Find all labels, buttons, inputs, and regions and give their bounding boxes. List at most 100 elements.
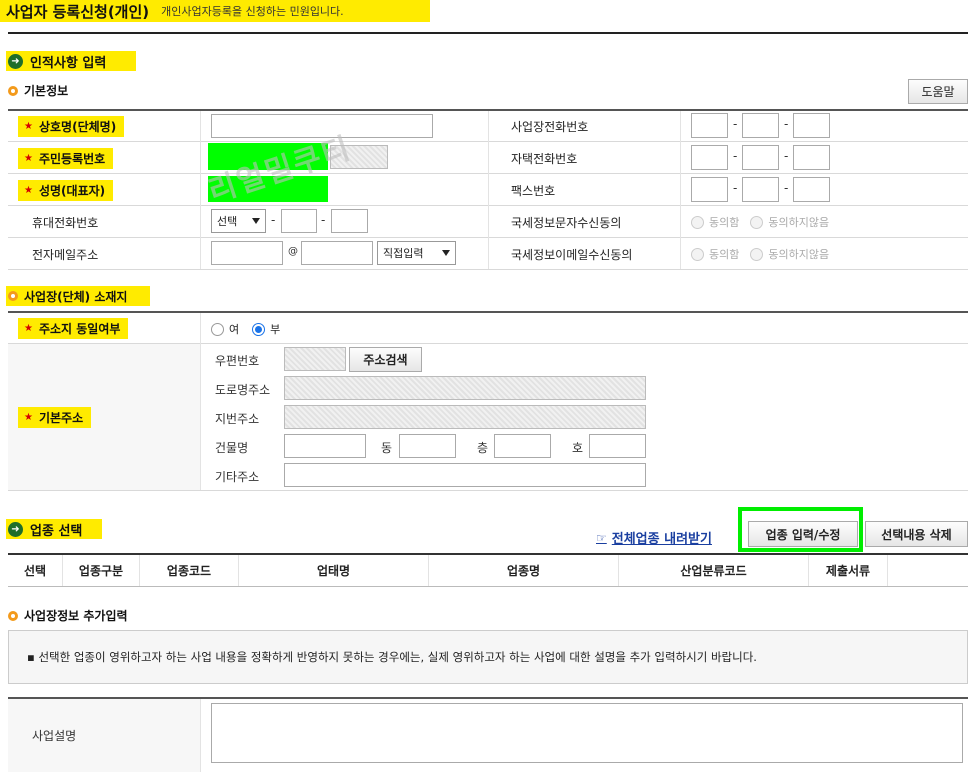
company-name-label-cell: ★ 상호명(단체명)	[8, 111, 125, 141]
arrow-circle-icon: ➜	[8, 521, 23, 537]
bullet-icon	[8, 291, 18, 301]
help-button[interactable]: 도움말	[908, 79, 968, 104]
same-address-yes-radio[interactable]	[211, 322, 224, 336]
email-domain-select[interactable]: 직접입력	[377, 241, 456, 265]
mobile-2[interactable]	[281, 209, 317, 233]
base-address-label-cell: ★ 기본주소	[8, 403, 92, 431]
additional-info-title: 사업장정보 추가입력	[24, 609, 128, 623]
business-description-label: 사업설명	[8, 699, 200, 772]
table-top-rule	[8, 311, 968, 313]
ho-input[interactable]	[589, 434, 646, 458]
email-consent-yes-radio[interactable]	[691, 247, 704, 261]
building-input[interactable]	[284, 434, 366, 458]
chevron-down-icon	[252, 218, 260, 224]
same-address-label-cell: ★ 주소지 동일여부	[8, 313, 129, 343]
home-phone-1[interactable]	[691, 145, 728, 170]
home-phone-3[interactable]	[793, 145, 830, 170]
col-select: 선택	[23, 564, 47, 578]
section-title: 인적사항 입력	[30, 55, 107, 71]
industry-section-title: 업종 선택	[30, 523, 83, 539]
dash: -	[733, 181, 738, 195]
representative-label-cell: ★ 성명(대표자)	[8, 175, 114, 205]
email-consent-radios: 동의함 동의하지않음	[691, 246, 829, 262]
sms-consent-no-label: 동의하지않음	[768, 216, 830, 229]
mobile-prefix-select[interactable]: 선택	[211, 209, 266, 233]
other-address-label: 기타주소	[215, 470, 260, 484]
section-personal-info-header: ➜ 인적사항 입력	[6, 51, 136, 71]
address-search-button[interactable]: 주소검색	[349, 347, 422, 372]
col-sep	[887, 555, 888, 586]
email-domain-select-value: 직접입력	[383, 247, 424, 260]
page-subtitle: 개인사업자등록을 신청하는 민원입니다.	[161, 5, 344, 18]
dash: -	[784, 181, 789, 195]
industry-table-header: 선택 업종구분 업종코드 업태명 업종명 산업분류코드 제출서류	[8, 555, 968, 587]
business-phone-1[interactable]	[691, 113, 728, 138]
col-industry-name: 업종명	[506, 564, 541, 578]
business-phone-label: 사업장전화번호	[511, 119, 589, 134]
mobile-3[interactable]	[331, 209, 368, 233]
business-description-textarea[interactable]	[211, 703, 963, 763]
email-domain-input[interactable]	[301, 241, 373, 265]
lot-address-label: 지번주소	[215, 412, 260, 426]
fax-2[interactable]	[742, 177, 779, 202]
resident-number-label: ★ 주민등록번호	[18, 147, 114, 169]
floor-label: 층	[477, 441, 489, 455]
lot-address-input[interactable]	[284, 405, 646, 429]
company-name-label: ★ 상호명(단체명)	[18, 115, 125, 137]
same-address-radios: 여 부	[211, 321, 280, 337]
dash: -	[271, 213, 276, 227]
base-address-label: ★ 기본주소	[18, 406, 92, 428]
fax-label: 팩스번호	[511, 183, 556, 198]
required-icon: ★	[24, 120, 33, 132]
sms-consent-no-radio[interactable]	[750, 215, 764, 229]
ho-label: 호	[572, 441, 584, 455]
other-address-input[interactable]	[284, 463, 646, 487]
col-divider	[200, 111, 201, 269]
required-icon: ★	[24, 411, 33, 423]
dash: -	[321, 213, 326, 227]
business-location-title: 사업장(단체) 소재지	[24, 289, 128, 304]
row-divider	[8, 269, 968, 270]
dash: -	[733, 149, 738, 163]
col-industry-code: 업종코드	[166, 564, 212, 578]
company-name-text: 상호명(단체명)	[38, 119, 117, 134]
bullet-icon	[8, 610, 18, 621]
mobile-select-value: 선택	[217, 215, 238, 228]
same-address-label: ★ 주소지 동일여부	[18, 317, 129, 339]
required-icon: ★	[24, 322, 33, 334]
road-address-input[interactable]	[284, 376, 646, 400]
same-address-no-radio[interactable]	[252, 322, 266, 336]
title-divider	[8, 32, 968, 34]
postal-code-input[interactable]	[284, 347, 346, 371]
business-location-header: 사업장(단체) 소재지	[6, 286, 150, 306]
dong-input[interactable]	[399, 434, 456, 458]
col-divider	[200, 699, 201, 772]
download-all-industries-link[interactable]: ☞ 전체업종 내려받기	[596, 528, 712, 548]
email-at: @	[288, 246, 298, 257]
pointing-hand-icon: ☞	[596, 530, 607, 545]
fax-1[interactable]	[691, 177, 728, 202]
required-icon: ★	[24, 184, 33, 196]
col-divider	[680, 111, 681, 269]
business-phone-2[interactable]	[742, 113, 779, 138]
col-industrial-code: 산업분류코드	[680, 564, 747, 578]
sms-consent-radios: 동의함 동의하지않음	[691, 214, 829, 230]
business-phone-3[interactable]	[793, 113, 830, 138]
same-address-yes-label: 여	[229, 323, 240, 336]
email-consent-no-radio[interactable]	[750, 247, 764, 261]
industry-input-button[interactable]: 업종 입력/수정	[748, 521, 858, 547]
email-consent-yes-label: 동의함	[709, 248, 740, 261]
arrow-circle-icon: ➜	[8, 53, 23, 69]
sms-consent-yes-radio[interactable]	[691, 215, 704, 229]
email-id-input[interactable]	[211, 241, 283, 265]
chevron-down-icon	[442, 250, 450, 256]
bullet-icon	[8, 85, 18, 96]
floor-input[interactable]	[494, 434, 551, 458]
fax-3[interactable]	[793, 177, 830, 202]
email-consent-label: 국세정보이메일수신동의	[511, 247, 633, 262]
delete-selected-button[interactable]: 선택내용 삭제	[865, 521, 968, 547]
base-address-text: 기본주소	[38, 410, 84, 425]
same-address-no-label: 부	[270, 323, 281, 336]
home-phone-2[interactable]	[742, 145, 779, 170]
dash: -	[784, 149, 789, 163]
